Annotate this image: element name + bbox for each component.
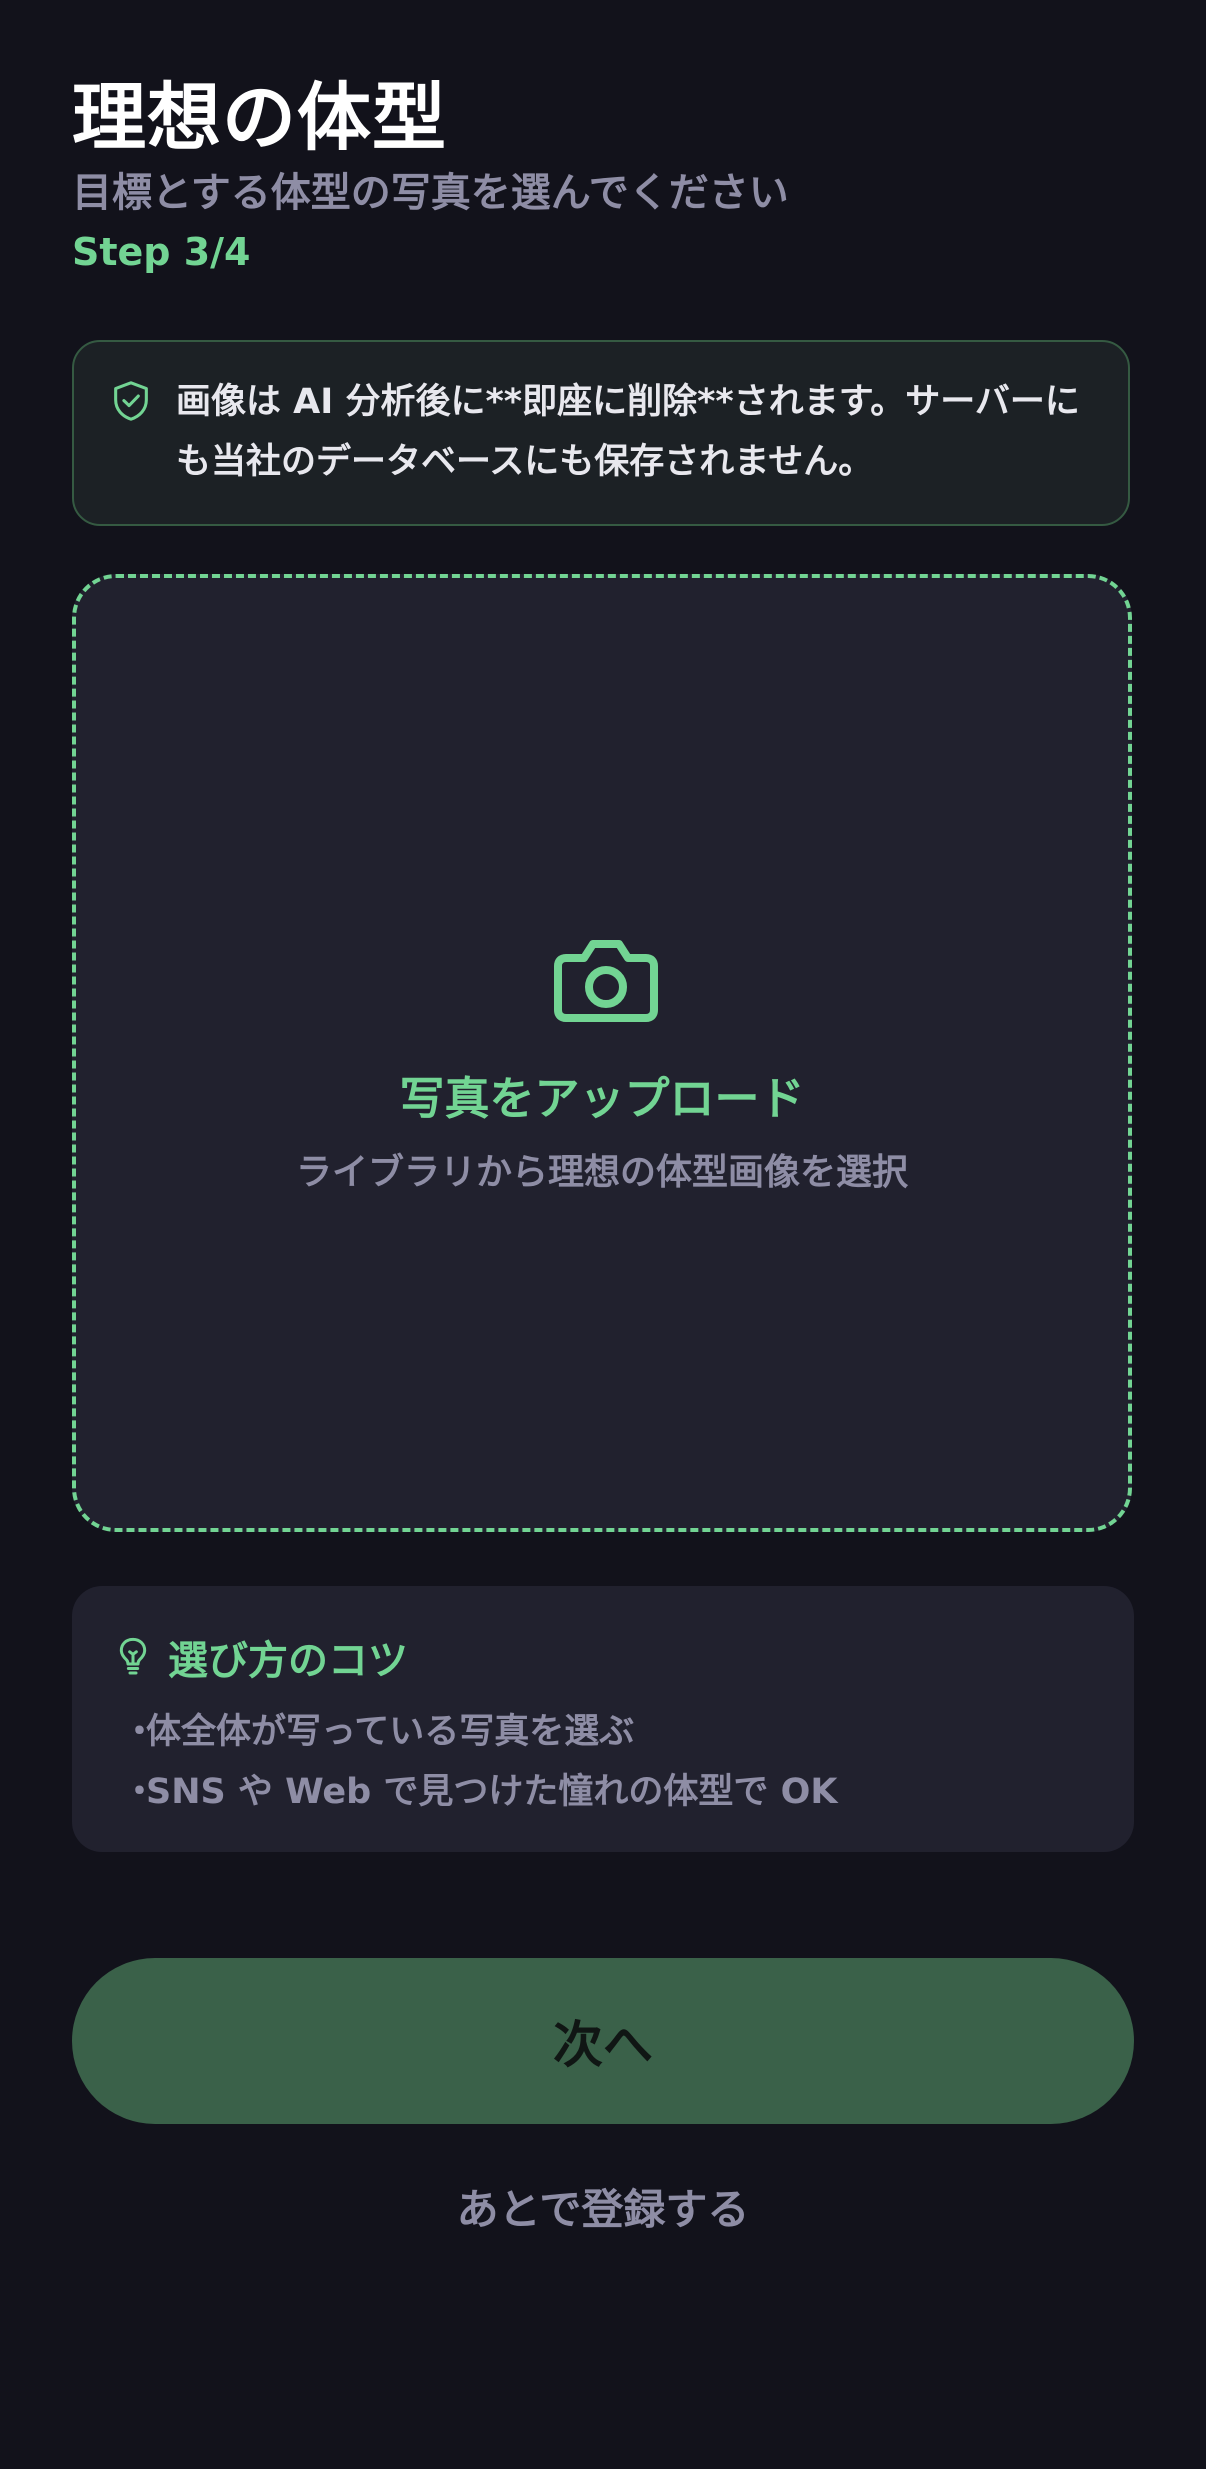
tips-list: ・体全体が写っている写真を選ぶ ・SNS や Web で見つけた憧れの体型で O… [122, 1702, 837, 1822]
privacy-notice: 画像は AI 分析後に**即座に削除**されます。サーバーにも当社のデータベース… [72, 340, 1130, 526]
camera-icon [554, 940, 658, 1022]
tips-title: 選び方のコツ [168, 1638, 408, 1684]
upload-sublabel: ライブラリから理想の体型画像を選択 [295, 1152, 908, 1193]
privacy-notice-text: 画像は AI 分析後に**即座に削除**されます。サーバーにも当社のデータベース… [176, 382, 1080, 482]
page-title: 理想の体型 [72, 75, 447, 161]
photo-upload-area[interactable]: 写真をアップロード ライブラリから理想の体型画像を選択 [72, 574, 1132, 1532]
lightbulb-icon [119, 1637, 147, 1675]
tip-item: ・SNS や Web で見つけた憧れの体型で OK [122, 1772, 838, 1812]
upload-label: 写真をアップロード [399, 1072, 805, 1125]
tip-item-text: SNS や Web で見つけた憧れの体型で OK [146, 1772, 838, 1812]
tip-item: ・体全体が写っている写真を選ぶ [122, 1712, 635, 1752]
tip-item-text: 体全体が写っている写真を選ぶ [146, 1712, 635, 1752]
shield-check-icon [114, 381, 148, 421]
page-subtitle: 目標とする体型の写真を選んでください [72, 170, 789, 216]
step-indicator: Step 3/4 [72, 230, 251, 274]
register-later-link[interactable]: あとで登録する [72, 2176, 1134, 2237]
tips-card: 選び方のコツ ・体全体が写っている写真を選ぶ ・SNS や Web で見つけた憧… [72, 1586, 1134, 1852]
next-button[interactable]: 次へ [72, 1958, 1134, 2124]
